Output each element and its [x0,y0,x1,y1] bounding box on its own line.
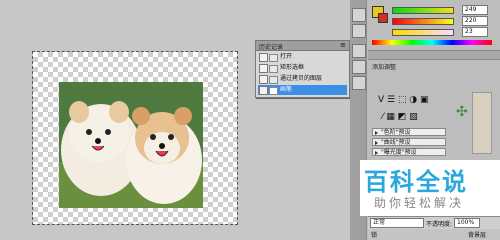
properties-panel-icon[interactable] [352,76,366,90]
preset-row[interactable]: "曝光度"预设 [372,148,446,156]
history-checkbox[interactable] [259,86,268,95]
adjustments-title: 添加调整 [372,64,397,71]
tag-decoration [472,92,492,154]
history-step-icon [269,65,278,73]
history-item-label: 矩形选框 [280,64,305,71]
layers-controls: 正常 不透明度: 100% [368,216,500,229]
history-checkbox[interactable] [259,75,268,84]
preset-row[interactable]: "色阶"预设 [372,128,446,136]
layer-name: 背景层 [468,232,487,239]
history-item[interactable]: 矩形选框 [258,63,347,73]
panel-menu-icon[interactable]: ≡ [340,41,346,49]
layers-bottom-bar: 锁 背景层 [368,229,500,240]
swatches-panel-icon[interactable] [352,24,366,38]
history-panel-header[interactable]: 历史记录 ≡ [256,41,349,51]
opacity-field[interactable]: 100% [454,218,480,228]
green-value-field[interactable]: 220 [462,16,488,26]
history-step-icon [269,54,278,62]
adjustment-icons-row-2[interactable]: ⁄ ▦ ◩ ▧ [382,112,418,122]
expand-icon[interactable] [375,141,378,145]
history-item-label: 画笔 [280,86,293,93]
opacity-label: 不透明度: [426,221,453,228]
brush-panel-icon[interactable] [352,44,366,58]
lock-label: 锁 [371,232,378,239]
blend-mode-select[interactable]: 正常 [370,218,424,228]
red-value-field[interactable]: 249 [462,5,488,15]
expand-icon[interactable] [375,131,378,135]
adjustments-panel-header [368,50,500,60]
document-canvas[interactable] [32,51,238,225]
background-color-swatch[interactable] [378,13,388,23]
watermark-title: 百科全说 [364,168,468,196]
preset-label: "曲线"预设 [381,139,411,146]
red-slider[interactable] [392,7,454,14]
brush-icon [269,87,278,95]
history-item-selected[interactable]: 画笔 [258,85,347,95]
history-item-label: 打开 [280,53,293,60]
canvas-area[interactable] [0,0,350,240]
history-item-label: 通过拷贝的图层 [280,75,323,82]
preset-label: "曝光度"预设 [381,149,417,156]
color-panel-icon[interactable] [352,8,366,22]
clover-decoration-icon: ✣ [456,104,468,120]
expand-icon[interactable] [375,151,378,155]
green-slider[interactable] [392,18,454,25]
preset-label: "色阶"预设 [381,129,411,136]
history-item[interactable]: 打开 [258,52,347,62]
history-item[interactable]: 通过拷贝的图层 [258,74,347,84]
color-spectrum-bar[interactable] [372,40,492,45]
history-checkbox[interactable] [259,64,268,73]
history-panel-icon[interactable] [352,60,366,74]
preset-row[interactable]: "曲线"预设 [372,138,446,146]
history-panel[interactable]: 历史记录 ≡ 打开 矩形选框 通过拷贝的图层 画笔 [255,40,350,98]
watermark-subtitle: 助你轻松解决 [374,196,465,210]
blue-value-field[interactable]: 23 [462,27,488,37]
dog-photo [59,82,203,208]
blue-slider[interactable] [392,29,454,36]
history-panel-title: 历史记录 [259,44,284,51]
adjustment-icons-row-1[interactable]: V ☰ ⬚ ◑ ▣ [378,95,429,105]
history-checkbox[interactable] [259,53,268,62]
history-step-icon [269,76,278,84]
dog-image [59,82,203,208]
watermark: 百科全说 助你轻松解决 [360,160,500,216]
